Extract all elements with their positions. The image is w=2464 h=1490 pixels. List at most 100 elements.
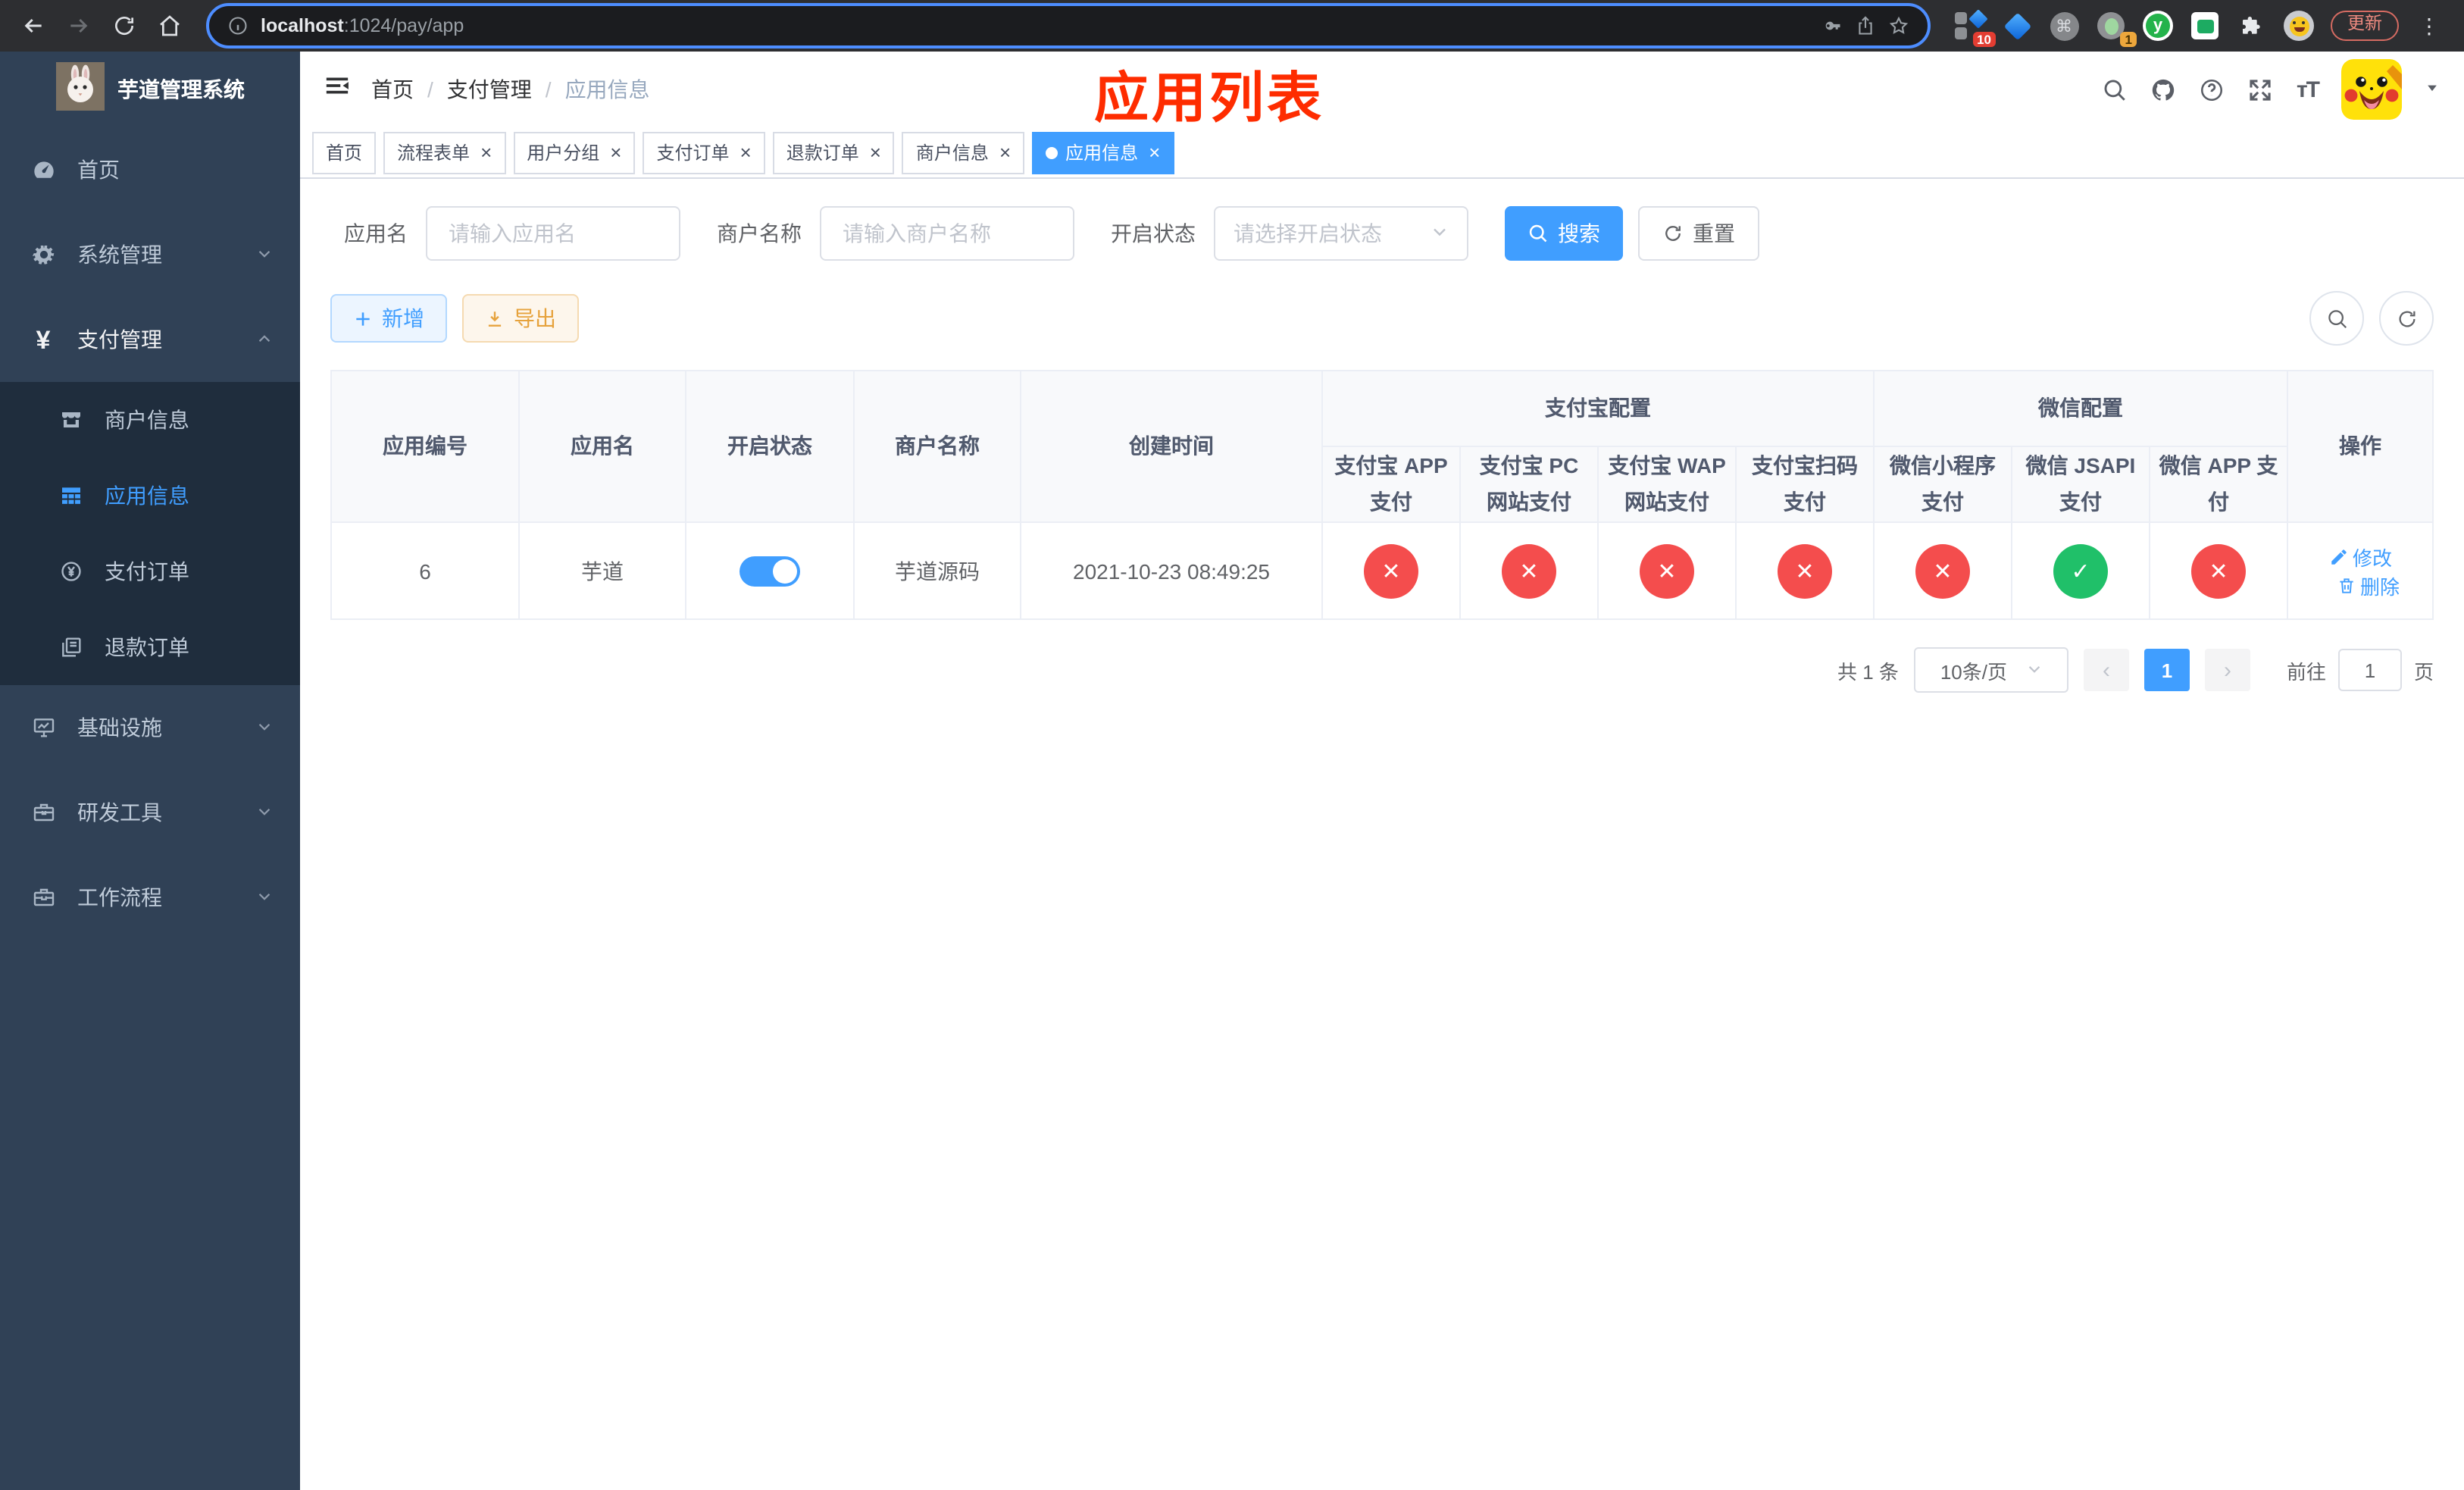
search-button[interactable]: 搜索 xyxy=(1505,206,1623,261)
chevron-down-icon xyxy=(256,715,273,740)
sidebar-item-pay[interactable]: ¥ 支付管理 xyxy=(0,297,300,382)
delete-link[interactable]: 删除 xyxy=(2336,571,2400,599)
sidebar-item-pay-orders[interactable]: 支付订单 xyxy=(0,534,300,609)
total-count: 共 1 条 xyxy=(1837,660,1899,683)
goto-suffix: 页 xyxy=(2413,660,2434,683)
tag-home[interactable]: 首页 xyxy=(312,131,377,174)
sidebar-item-infra[interactable]: 基础设施 xyxy=(0,685,300,770)
table-toolbar: 新增 导出 xyxy=(330,291,2434,346)
search-form: 应用名 商户名称 开启状态 请选择开启状态 xyxy=(344,206,2434,261)
fullscreen-icon[interactable] xyxy=(2248,77,2274,102)
page-size-select[interactable]: 10条/页 xyxy=(1913,647,2068,693)
sidebar-item-refund-orders[interactable]: 退款订单 xyxy=(0,609,300,685)
export-button[interactable]: 导出 xyxy=(462,294,579,343)
status-select[interactable]: 请选择开启状态 xyxy=(1214,206,1468,261)
sidebar-item-system[interactable]: 系统管理 xyxy=(0,212,300,297)
header-search-icon[interactable] xyxy=(2103,77,2128,102)
col-alipay-app: 支付宝 APP 支付 xyxy=(1321,446,1461,523)
dashboard-icon xyxy=(30,158,56,182)
extensions-puzzle-icon[interactable] xyxy=(2237,11,2267,41)
font-size-icon[interactable]: тT xyxy=(2297,77,2320,102)
col-actions: 操作 xyxy=(2287,370,2434,523)
reset-button[interactable]: 重置 xyxy=(1638,206,1759,261)
share-icon[interactable] xyxy=(1855,15,1876,36)
toolbox-icon xyxy=(30,800,56,825)
sidebar-item-app-info[interactable]: 应用信息 xyxy=(0,458,300,534)
tags-view: 首页 流程表单 用户分组 支付订单 退款订单 商户信息 应用信息 xyxy=(300,127,2464,179)
extension-emoji-icon[interactable] xyxy=(2284,11,2314,41)
chevron-down-icon xyxy=(256,885,273,909)
pay-submenu: 商户信息 应用信息 支付订单 退款订单 xyxy=(0,382,300,685)
sidebar-item-dev-tools[interactable]: 研发工具 xyxy=(0,770,300,855)
breadcrumb-section[interactable]: 支付管理 xyxy=(447,74,532,105)
sidebar-item-home[interactable]: 首页 xyxy=(0,127,300,212)
close-icon[interactable] xyxy=(1149,142,1160,162)
extension-kite-icon[interactable] xyxy=(2002,11,2032,41)
extension-monkey-icon[interactable]: 10 xyxy=(1955,9,1996,47)
sidebar-item-merchant-info[interactable]: 商户信息 xyxy=(0,382,300,458)
extension-recorder-icon[interactable]: 1 xyxy=(2096,11,2137,47)
merchant-name-input[interactable] xyxy=(840,220,1055,247)
extension-badge-orange: 1 xyxy=(2120,31,2137,47)
app-name-input[interactable] xyxy=(446,220,661,247)
user-avatar[interactable] xyxy=(2341,59,2402,120)
col-alipay-wap: 支付宝 WAP 网站支付 xyxy=(1597,446,1737,523)
browser-back-icon[interactable] xyxy=(15,8,52,44)
extension-command-icon[interactable]: ⌘ xyxy=(2049,11,2079,41)
tag-flow-form[interactable]: 流程表单 xyxy=(383,131,506,174)
browser-update-button[interactable]: 更新 xyxy=(2331,11,2399,41)
enabled-toggle[interactable] xyxy=(740,556,800,586)
browser-home-icon[interactable] xyxy=(152,8,188,44)
close-icon[interactable] xyxy=(610,142,621,162)
close-icon[interactable] xyxy=(870,142,881,162)
cell-merchant: 芋道源码 xyxy=(853,521,1021,620)
url-text: localhost:1024/pay/app xyxy=(261,15,464,36)
edit-link[interactable]: 修改 xyxy=(2328,542,2392,571)
extension-y-icon[interactable]: y xyxy=(2143,11,2173,41)
site-info-icon[interactable] xyxy=(227,15,249,36)
pay-order-icon xyxy=(58,559,83,584)
address-bar[interactable]: localhost:1024/pay/app xyxy=(206,3,1931,49)
col-wx-app: 微信 APP 支付 xyxy=(2148,446,2289,523)
col-merchant: 商户名称 xyxy=(853,370,1021,523)
tag-refund-orders[interactable]: 退款订单 xyxy=(772,131,895,174)
app-logo-row[interactable]: 芋道管理系统 xyxy=(0,52,300,127)
col-alipay-qr: 支付宝扫码支付 xyxy=(1735,446,1875,523)
browser-menu-icon[interactable]: ⋮ xyxy=(2416,13,2443,39)
breadcrumb-home[interactable]: 首页 xyxy=(371,74,414,105)
prev-page-button[interactable] xyxy=(2083,649,2129,691)
tag-app-info[interactable]: 应用信息 xyxy=(1032,131,1174,174)
col-wx-jsapi: 微信 JSAPI 支付 xyxy=(2011,446,2150,523)
extensions-area: 10 ⌘ 1 y 更新 ⋮ xyxy=(1949,9,2449,47)
password-key-icon[interactable] xyxy=(1821,15,1843,36)
next-page-button[interactable] xyxy=(2204,649,2250,691)
sidebar-item-workflow[interactable]: 工作流程 xyxy=(0,855,300,940)
cell-app-name: 芋道 xyxy=(518,521,686,620)
help-icon[interactable] xyxy=(2200,77,2225,102)
sidebar-toggle-icon[interactable] xyxy=(324,73,350,106)
close-icon[interactable] xyxy=(480,142,492,162)
close-icon[interactable] xyxy=(999,142,1011,162)
refund-doc-icon xyxy=(58,635,83,659)
avatar-caret-icon[interactable] xyxy=(2425,76,2440,103)
extension-chat-icon[interactable] xyxy=(2190,11,2220,41)
goto-page-input[interactable] xyxy=(2337,649,2402,691)
breadcrumb: 首页 / 支付管理 / 应用信息 xyxy=(371,74,650,105)
gear-icon xyxy=(30,243,56,267)
add-button[interactable]: 新增 xyxy=(330,294,447,343)
close-icon[interactable] xyxy=(740,142,752,162)
cell-enabled xyxy=(685,521,855,620)
browser-reload-icon[interactable] xyxy=(106,8,142,44)
tag-merchant-info[interactable]: 商户信息 xyxy=(902,131,1025,174)
toggle-search-button[interactable] xyxy=(2309,291,2364,346)
browser-forward-icon[interactable] xyxy=(61,8,97,44)
status-label: 开启状态 xyxy=(1111,221,1196,246)
tag-pay-orders[interactable]: 支付订单 xyxy=(643,131,765,174)
tag-user-group[interactable]: 用户分组 xyxy=(513,131,636,174)
github-icon[interactable] xyxy=(2151,77,2177,102)
refresh-button[interactable] xyxy=(2379,291,2434,346)
chevron-down-icon xyxy=(256,243,273,267)
page-number-1[interactable]: 1 xyxy=(2143,649,2190,691)
status-alipay-qr xyxy=(1778,543,1832,598)
bookmark-star-icon[interactable] xyxy=(1888,15,1909,36)
